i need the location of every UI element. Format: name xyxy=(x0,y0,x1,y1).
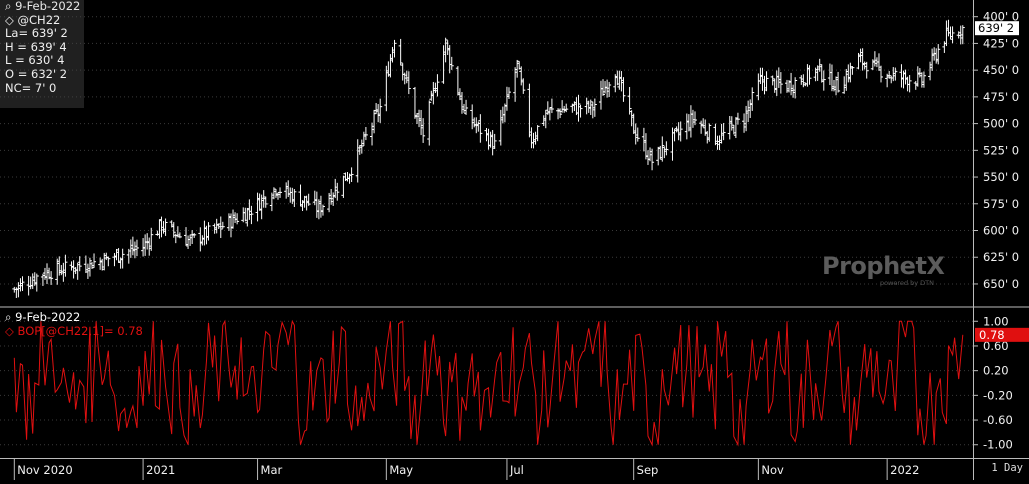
price-y-tick-label: 475' 0 xyxy=(983,90,1019,104)
price-low: L = 630' 4 xyxy=(5,53,65,68)
price-y-tick-label: 625' 0 xyxy=(983,250,1019,264)
indicator-y-tick-label: -0.60 xyxy=(983,413,1013,427)
diamond-icon: ◇ xyxy=(5,324,14,338)
timeframe-label[interactable]: 1 Day xyxy=(991,462,1023,474)
indicator-info-box: ⌕ 9-Feb-2022 ◇ BOP[@CH22,1]= 0.78 xyxy=(0,310,143,338)
magnifier-icon: ⌕ xyxy=(5,310,12,324)
price-y-tick-label: 575' 0 xyxy=(983,197,1019,211)
price-symbol: @CH22 xyxy=(17,12,61,27)
x-axis-tick-label: 2021 xyxy=(146,463,175,477)
chart-canvas[interactable]: 650' 0 625' 0 600' 0 575' 0 550' 0 525' 0 500'… xyxy=(0,0,1029,480)
price-y-tick-label: 525' 0 xyxy=(983,143,1019,157)
x-axis-tick-label: Nov xyxy=(761,463,784,477)
magnifier-icon: ⌕ xyxy=(5,0,12,13)
current-price-label: 639' 2 xyxy=(978,21,1014,35)
x-axis-tick-label: May xyxy=(389,463,413,477)
indicator-date-row: ⌕ 9-Feb-2022 xyxy=(0,310,143,324)
diamond-icon: ◇ xyxy=(5,12,14,27)
price-net-change: NC= 7' 0 xyxy=(5,80,57,95)
price-y-tick-label: 600' 0 xyxy=(983,224,1019,238)
price-open: O = 632' 2 xyxy=(5,66,68,81)
bop-series-line xyxy=(13,319,964,447)
current-indicator-label: 0.78 xyxy=(979,328,1005,342)
price-y-tick-label: 550' 0 xyxy=(983,170,1019,184)
price-high: H = 639' 4 xyxy=(5,39,67,54)
indicator-y-tick-label: -1.00 xyxy=(983,438,1013,452)
price-info-box: ⌕ 9-Feb-2022 ◇ @CH22 La= 639' 2 H = 639'… xyxy=(0,0,84,108)
indicator-y-tick-label: -0.20 xyxy=(983,388,1013,402)
price-y-tick-label: 425' 0 xyxy=(983,36,1019,50)
price-symbol-row: ◇ @CH22 xyxy=(0,12,84,28)
price-y-tick-label: 500' 0 xyxy=(983,117,1019,131)
x-axis-tick-label: Mar xyxy=(261,463,283,477)
x-axis-tick-label: Nov 2020 xyxy=(17,463,72,477)
x-axis-tick-label: 2022 xyxy=(890,463,919,477)
indicator-y-tick-label: 1.00 xyxy=(983,314,1009,328)
price-date: ⌕ 9-Feb-2022 xyxy=(5,0,81,13)
indicator-y-tick-label: 0.20 xyxy=(983,364,1009,378)
indicator-label: BOP[@CH22,1]= 0.78 xyxy=(17,324,143,338)
price-last: La= 639' 2 xyxy=(5,26,68,41)
chart-root: 650' 0 625' 0 600' 0 575' 0 550' 0 525' 0 500'… xyxy=(0,0,1029,480)
indicator-label-row: ◇ BOP[@CH22,1]= 0.78 xyxy=(0,324,143,338)
price-y-tick-label: 650' 0 xyxy=(983,277,1019,291)
indicator-date: 9-Feb-2022 xyxy=(15,310,81,324)
brand-watermark: ProphetX xyxy=(822,252,945,280)
brand-watermark-sub: powered by DTN xyxy=(880,279,935,287)
x-axis-tick-label: Jul xyxy=(509,463,524,477)
price-y-tick-label: 450' 0 xyxy=(983,63,1019,77)
x-axis-tick-label: Sep xyxy=(637,463,659,477)
